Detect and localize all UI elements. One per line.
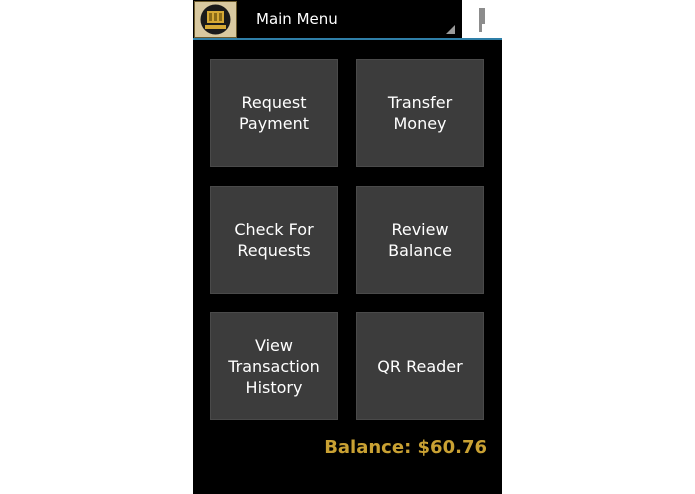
balance-label: Balance: $60.76 xyxy=(324,437,487,458)
phone-screen: Main Menu Request Payment Transfer Money… xyxy=(193,0,502,494)
spinner-label: Main Menu xyxy=(256,10,338,28)
button-label: Request Payment xyxy=(238,93,310,133)
view-transaction-history-button[interactable]: View Transaction History xyxy=(210,312,338,420)
review-balance-button[interactable]: Review Balance xyxy=(356,186,484,294)
qr-reader-button[interactable]: QR Reader xyxy=(356,312,484,420)
overflow-menu-button[interactable] xyxy=(462,0,502,38)
main-menu-spinner[interactable]: Main Menu xyxy=(245,4,455,36)
button-label: QR Reader xyxy=(377,356,463,376)
overflow-icon xyxy=(479,8,485,32)
button-label: Review Balance xyxy=(388,220,452,260)
transfer-money-button[interactable]: Transfer Money xyxy=(356,59,484,167)
spinner-arrow-icon xyxy=(446,25,455,34)
button-label: Check For Requests xyxy=(234,220,314,260)
check-for-requests-button[interactable]: Check For Requests xyxy=(210,186,338,294)
request-payment-button[interactable]: Request Payment xyxy=(210,59,338,167)
action-bar: Main Menu xyxy=(193,0,502,40)
button-label: View Transaction History xyxy=(228,335,320,397)
button-label: Transfer Money xyxy=(387,93,453,133)
app-logo-icon[interactable] xyxy=(194,1,237,38)
